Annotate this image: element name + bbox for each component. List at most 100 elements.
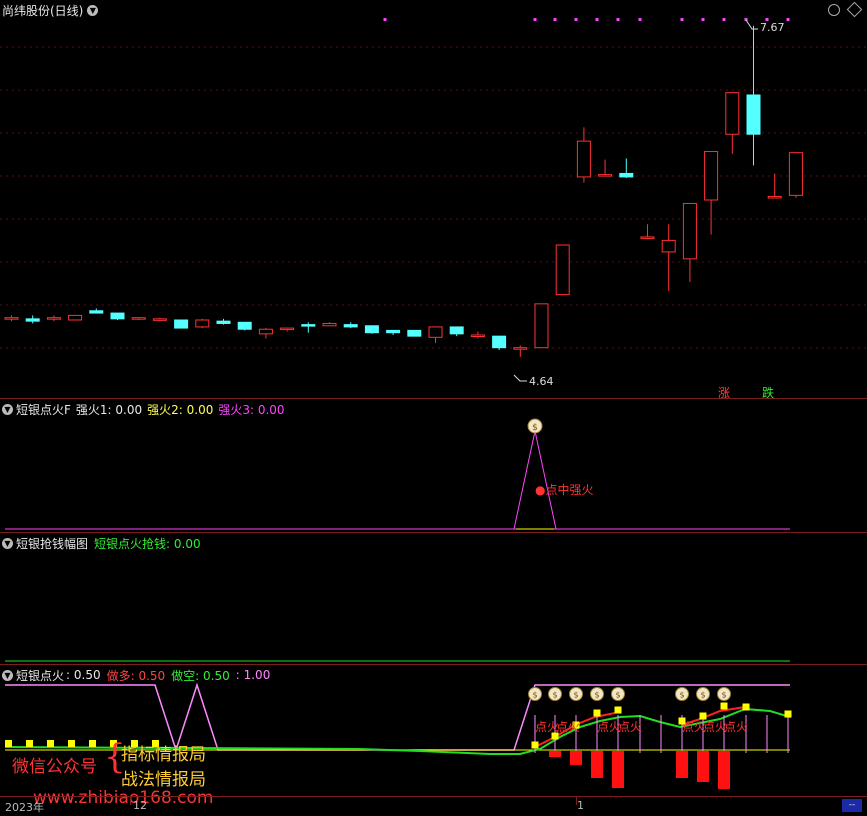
- candle-body: [131, 317, 146, 320]
- candle-body: [470, 334, 485, 337]
- candle-body: [237, 321, 252, 330]
- svg-text:$: $: [532, 423, 538, 433]
- candle-body: [386, 329, 401, 334]
- panel1-plot: $: [5, 418, 790, 530]
- candle-body: [661, 239, 676, 253]
- signal-square: [68, 740, 75, 747]
- signal-dot: [701, 18, 705, 21]
- candle-body: [682, 202, 697, 260]
- signal-square: [742, 703, 750, 711]
- scroll-button[interactable]: --: [842, 799, 862, 812]
- moneybag-icon: $: [528, 687, 542, 701]
- signal-dot: [574, 18, 578, 21]
- candle-body: [216, 320, 231, 324]
- red-bar: [718, 751, 730, 789]
- axis-tick: [576, 797, 577, 805]
- axis-year-label: 2023年: [5, 801, 44, 814]
- svg-text:$: $: [615, 691, 620, 700]
- svg-text:$: $: [532, 691, 537, 700]
- high-pointer: [745, 19, 758, 30]
- main-chart-panel: 尚纬股份(日线) ▼ 7.67 4.64 涨 跌: [0, 0, 867, 400]
- moneybag-icon: $: [696, 687, 710, 701]
- signal-square: [699, 712, 707, 720]
- moneybag-icon: $: [717, 687, 731, 701]
- signal-square: [5, 740, 12, 747]
- candle-body: [4, 317, 19, 320]
- svg-text:$: $: [573, 691, 578, 700]
- candle-body: [428, 326, 443, 338]
- candle-body: [364, 325, 379, 334]
- candle-body: [46, 317, 61, 320]
- candle-body: [174, 319, 189, 329]
- svg-text:$: $: [679, 691, 684, 700]
- candle-body: [301, 324, 316, 327]
- signal-dot: [533, 18, 537, 21]
- candle-body: [68, 314, 83, 321]
- red-bar: [676, 751, 688, 778]
- signal-dot: [616, 18, 620, 21]
- dianhuo-label: 点火: [556, 720, 580, 734]
- signal-dot: [786, 18, 790, 21]
- watermark-line1: 指标情报局: [121, 745, 206, 765]
- axis-mid1-label: 12: [133, 799, 147, 812]
- signal-dot: [595, 18, 599, 21]
- red-bar: [591, 751, 603, 778]
- candle-body: [704, 151, 719, 201]
- signal-dot: [680, 18, 684, 21]
- candle-body: [767, 196, 782, 199]
- red-bar: [612, 751, 624, 788]
- svg-text:$: $: [552, 691, 557, 700]
- dianhuo-label: 点火: [618, 720, 642, 734]
- moneybag-icon: $: [527, 418, 543, 434]
- candle-body: [195, 319, 210, 328]
- indicator-panel-2: ▼ 短银抢钱幅图 短银点火抢钱: 0.00: [0, 533, 867, 664]
- candle-body: [152, 318, 167, 321]
- indicator-panel-3: ▼ 短银点火 : 0.50 做多: 0.50 做空: 0.50 : 1.00 $…: [0, 665, 867, 808]
- moneybag-icon: $: [590, 687, 604, 701]
- dianhuo-label: 点火: [724, 720, 748, 734]
- moneybag-icon: $: [548, 687, 562, 701]
- signal-square: [89, 740, 96, 747]
- red-bar: [549, 751, 561, 757]
- low-price-label: 4.64: [529, 375, 554, 388]
- axis-mid2-label: 1: [577, 799, 584, 812]
- svg-text:$: $: [721, 691, 726, 700]
- candle-body: [110, 312, 125, 320]
- candle-body: [555, 244, 570, 296]
- candle-body: [280, 327, 295, 331]
- candle-body: [25, 318, 40, 322]
- signal-square: [531, 741, 539, 749]
- candle-body: [788, 152, 803, 196]
- signal-square: [47, 740, 54, 747]
- candle-body: [449, 326, 464, 335]
- panel2-plot: [5, 660, 790, 662]
- time-axis: 2023年 12 1 --: [0, 797, 867, 816]
- svg-text:$: $: [594, 691, 599, 700]
- signal-square: [784, 710, 792, 718]
- signal-dot: [553, 18, 557, 21]
- candle-body: [258, 328, 273, 335]
- signal-square: [720, 702, 728, 710]
- candle-body: [725, 92, 740, 135]
- moneybag-icon: $: [675, 687, 689, 701]
- candle-body: [576, 140, 591, 178]
- candle-body: [407, 329, 422, 337]
- candle-body: [513, 347, 528, 350]
- moneybag-icon: $: [611, 687, 625, 701]
- signal-square: [26, 740, 33, 747]
- candlestick-chart: [0, 18, 867, 382]
- candle-body: [322, 322, 337, 327]
- red-bar: [697, 751, 709, 782]
- candle-body: [619, 172, 634, 178]
- signal-square: [614, 706, 622, 714]
- signal-square: [593, 709, 601, 717]
- candle-body: [492, 335, 507, 349]
- axis-tick: [130, 797, 131, 805]
- signal-dot: [383, 18, 387, 21]
- candle-body: [598, 174, 613, 177]
- svg-text:$: $: [700, 691, 705, 700]
- panel1-spike: [513, 430, 557, 530]
- watermark-wechat: 微信公众号: [12, 757, 97, 777]
- candle-body: [746, 94, 761, 135]
- panel1-annotation: ●点中强火: [535, 483, 594, 497]
